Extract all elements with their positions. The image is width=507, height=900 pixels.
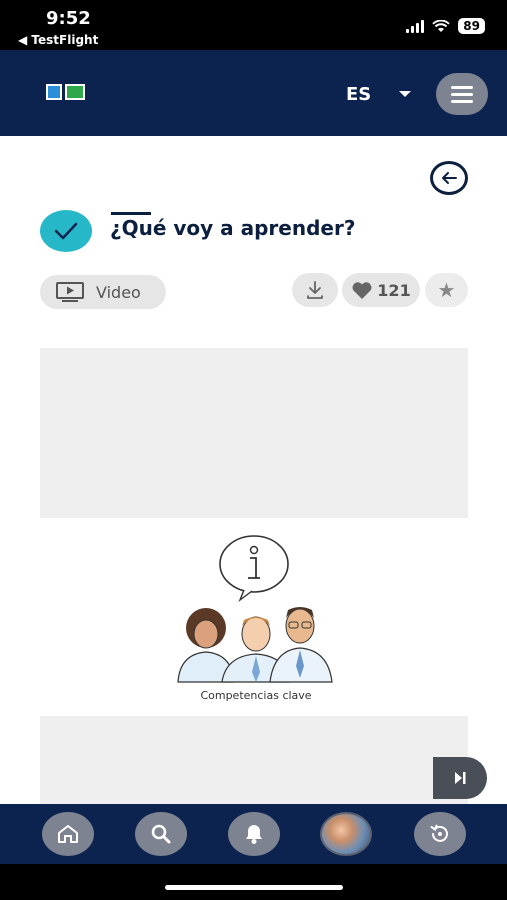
media-type-badge: Video [40, 275, 166, 309]
history-icon [430, 824, 448, 842]
app-screen: 9:52 ◀ TestFlight 89 ES ¿Qué voy a apren… [0, 0, 507, 900]
completed-badge [40, 210, 92, 252]
nav-search-button[interactable] [135, 812, 187, 856]
content-block [40, 716, 468, 806]
like-button[interactable]: 121 [342, 273, 420, 307]
app-logo[interactable] [46, 84, 85, 100]
favorite-button[interactable]: ★ [425, 273, 468, 307]
title-accent [111, 212, 151, 215]
signal-icon [406, 19, 425, 33]
wifi-icon [432, 19, 450, 32]
nav-notifications-button[interactable] [228, 812, 280, 856]
check-icon [54, 222, 78, 240]
video-icon [56, 282, 84, 302]
back-button[interactable] [430, 161, 468, 195]
status-indicators: 89 [406, 18, 485, 34]
search-icon [151, 824, 171, 844]
video-player[interactable] [40, 348, 468, 518]
arrow-left-icon [442, 172, 457, 184]
lesson-title: ¿Qué voy a aprender? [110, 216, 356, 240]
language-selector[interactable]: ES [346, 84, 371, 105]
illustration-caption: Competencias clave [200, 689, 312, 702]
media-type-label: Video [96, 282, 141, 302]
competencias-illustration [177, 535, 333, 683]
chevron-down-icon[interactable] [399, 91, 411, 97]
heart-icon [352, 281, 372, 299]
menu-button[interactable] [436, 73, 488, 115]
status-time: 9:52 [46, 8, 91, 29]
hamburger-icon [451, 85, 473, 89]
home-indicator[interactable] [165, 885, 343, 890]
nav-home-button[interactable] [42, 812, 94, 856]
skip-next-button[interactable] [433, 757, 487, 799]
skip-next-icon [455, 772, 466, 784]
download-icon [307, 281, 323, 299]
nav-profile-avatar[interactable] [320, 812, 372, 856]
download-button[interactable] [292, 273, 338, 307]
battery-indicator: 89 [458, 18, 485, 34]
home-indicator-area [0, 864, 507, 900]
back-to-testflight[interactable]: ◀ TestFlight [18, 33, 98, 47]
like-count: 121 [377, 280, 411, 300]
status-bar: 9:52 ◀ TestFlight 89 [0, 0, 507, 50]
home-icon [58, 825, 78, 843]
nav-history-button[interactable] [414, 812, 466, 856]
bell-icon [246, 825, 262, 844]
star-icon: ★ [437, 278, 456, 302]
